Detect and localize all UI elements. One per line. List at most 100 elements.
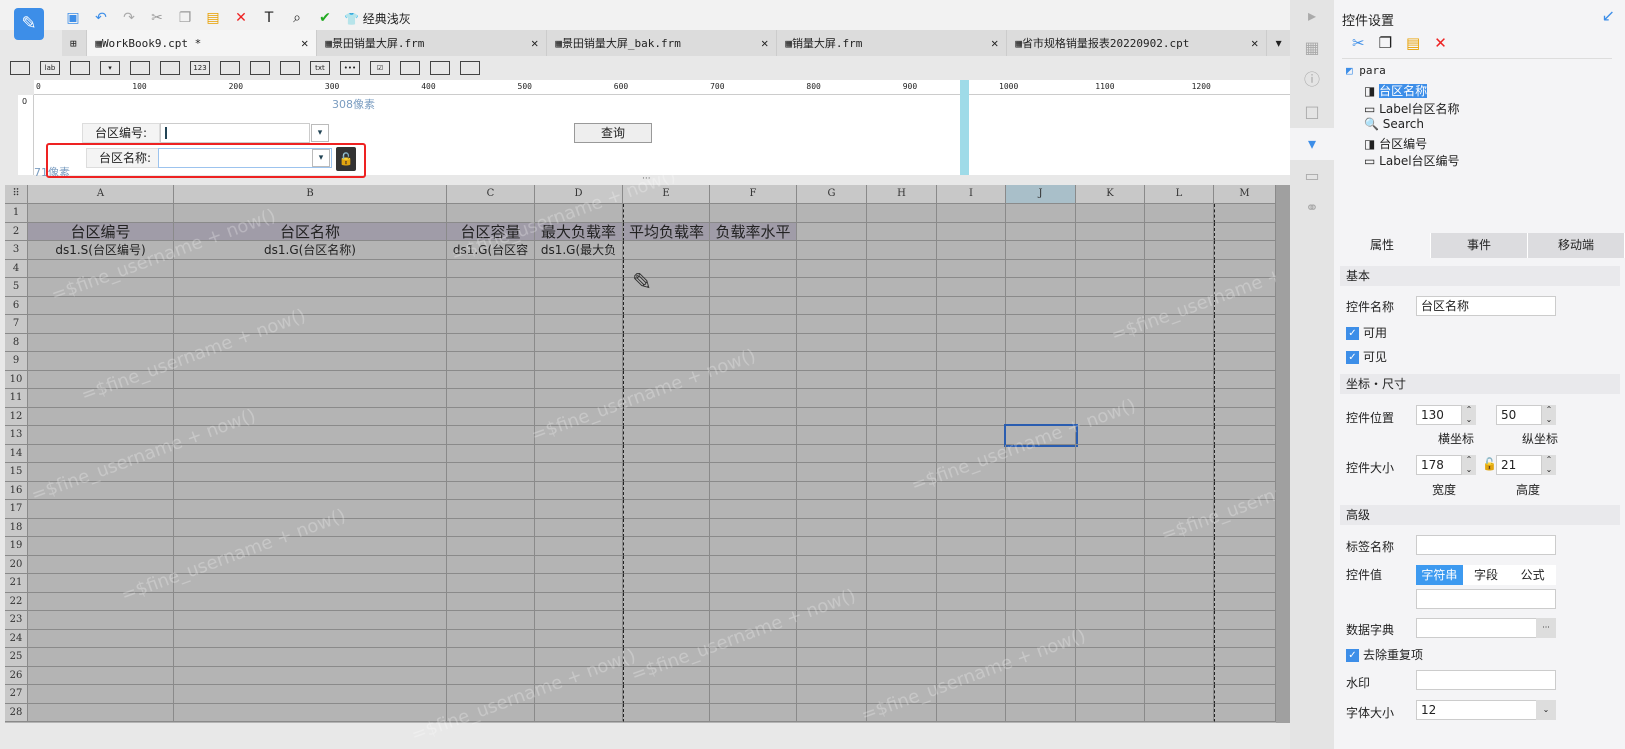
- query-button[interactable]: 查询: [574, 123, 652, 143]
- grid-cell[interactable]: [623, 685, 710, 704]
- grid-cell[interactable]: [174, 259, 447, 278]
- grid-cell[interactable]: [710, 481, 797, 500]
- grid-cell[interactable]: [1214, 463, 1276, 482]
- grid-cell[interactable]: [1006, 241, 1076, 260]
- grid-cell[interactable]: [867, 518, 937, 537]
- grid-cell[interactable]: [174, 685, 447, 704]
- tab-menu-icon[interactable]: ▾: [1267, 30, 1290, 56]
- widget-tool-icon[interactable]: [280, 61, 300, 75]
- grid-cell[interactable]: [28, 555, 174, 574]
- grid-cell[interactable]: [174, 444, 447, 463]
- grid-cell[interactable]: [797, 574, 867, 593]
- tab-1[interactable]: ▦ 景田销量大屏.frm ✕: [317, 30, 548, 56]
- grid-cell[interactable]: [710, 241, 797, 260]
- grid-cell[interactable]: [28, 574, 174, 593]
- grid-cell[interactable]: [710, 333, 797, 352]
- grid-cell[interactable]: [535, 204, 623, 223]
- grid-cell[interactable]: [867, 426, 937, 445]
- column-header-B[interactable]: B: [174, 185, 447, 204]
- row-header[interactable]: 5: [5, 278, 28, 297]
- x-input[interactable]: 130: [1416, 405, 1462, 425]
- grid-cell[interactable]: [1145, 333, 1214, 352]
- grid-cell[interactable]: [535, 315, 623, 334]
- grid-cell[interactable]: [867, 352, 937, 371]
- grid-cell[interactable]: [447, 648, 535, 667]
- grid-cell[interactable]: [623, 500, 710, 519]
- grid-cell[interactable]: [447, 370, 535, 389]
- grid-cell[interactable]: [1006, 611, 1076, 630]
- app-logo-icon[interactable]: ✎: [14, 8, 44, 40]
- grid-cell[interactable]: [28, 389, 174, 408]
- grid-cell[interactable]: [28, 463, 174, 482]
- tree-root[interactable]: ◩ para: [1346, 64, 1386, 77]
- row-header[interactable]: 8: [5, 333, 28, 352]
- grid-cell[interactable]: [447, 518, 535, 537]
- grid-cell[interactable]: [797, 629, 867, 648]
- grid-cell[interactable]: [28, 703, 174, 722]
- cell-attr-icon[interactable]: ▦: [1290, 32, 1334, 64]
- y-input[interactable]: 50: [1496, 405, 1542, 425]
- close-icon[interactable]: ✕: [1251, 36, 1258, 50]
- column-header-M[interactable]: M: [1214, 185, 1276, 204]
- grid-cell[interactable]: [623, 518, 710, 537]
- grid-cell[interactable]: [867, 296, 937, 315]
- grid-cell[interactable]: [28, 481, 174, 500]
- enabled-checkbox[interactable]: ✓ 可用: [1346, 324, 1387, 341]
- grid-cell[interactable]: [937, 444, 1006, 463]
- row-header[interactable]: 1: [5, 204, 28, 223]
- grid-cell[interactable]: [1214, 555, 1276, 574]
- grid-cell[interactable]: [797, 481, 867, 500]
- grid-cell[interactable]: [797, 500, 867, 519]
- copy-icon[interactable]: ❐: [1379, 34, 1392, 52]
- widget-tool-icon[interactable]: •••: [340, 61, 360, 75]
- grid-cell[interactable]: [710, 592, 797, 611]
- grid-cell[interactable]: [28, 315, 174, 334]
- grid-cell[interactable]: [1076, 389, 1145, 408]
- grid-cell[interactable]: [1076, 333, 1145, 352]
- column-header-C[interactable]: C: [447, 185, 535, 204]
- grid-cell[interactable]: [1076, 444, 1145, 463]
- row-header[interactable]: 3: [5, 241, 28, 260]
- grid-cell[interactable]: [1145, 259, 1214, 278]
- grid-cell[interactable]: [797, 259, 867, 278]
- row-header[interactable]: 24: [5, 629, 28, 648]
- grid-cell[interactable]: [623, 407, 710, 426]
- y-spinner[interactable]: ⌃ ⌄: [1542, 405, 1556, 425]
- grid-cell[interactable]: [623, 389, 710, 408]
- grid-cell[interactable]: [28, 426, 174, 445]
- grid-cell[interactable]: [623, 463, 710, 482]
- new-tab-icon[interactable]: ⊞: [62, 30, 88, 56]
- grid-cell[interactable]: [1145, 426, 1214, 445]
- grid-cell[interactable]: [937, 352, 1006, 371]
- tree-item[interactable]: ◨ 台区名称: [1364, 82, 1428, 99]
- grid-cell[interactable]: [174, 537, 447, 556]
- visible-checkbox[interactable]: ✓ 可见: [1346, 348, 1387, 365]
- grid-cell[interactable]: [937, 574, 1006, 593]
- spreadsheet-grid[interactable]: ⠿ A B C D E F G H I J K L M 1 2 台区编号 台区名称 台区容量 最大负载率 平均负载率 负载…: [5, 165, 1389, 746]
- grid-cell[interactable]: [447, 463, 535, 482]
- grid-cell[interactable]: [867, 629, 937, 648]
- selected-cell[interactable]: [1004, 424, 1078, 447]
- column-header-J[interactable]: J: [1006, 185, 1076, 204]
- grid-cell[interactable]: [1076, 592, 1145, 611]
- value-type-2[interactable]: 公式: [1509, 565, 1557, 585]
- parameter-canvas[interactable]: 308像素 71像素 台区编号: ▾ 台区名称: ▾ 🔓 查询: [34, 95, 960, 179]
- grid-cell[interactable]: [1214, 703, 1276, 722]
- column-header-L[interactable]: L: [1145, 185, 1214, 204]
- grid-cell[interactable]: [28, 204, 174, 223]
- grid-cell[interactable]: [174, 703, 447, 722]
- undo-icon[interactable]: ↶: [92, 9, 110, 27]
- grid-cell[interactable]: [797, 703, 867, 722]
- grid-cell[interactable]: [797, 537, 867, 556]
- grid-cell[interactable]: [710, 278, 797, 297]
- grid-cell[interactable]: [1076, 259, 1145, 278]
- grid-cell[interactable]: [535, 666, 623, 685]
- grid-cell[interactable]: [710, 204, 797, 223]
- row-header[interactable]: 2: [5, 222, 28, 241]
- grid-cell[interactable]: [174, 500, 447, 519]
- taiqu-code-input[interactable]: [160, 123, 310, 143]
- grid-cell[interactable]: [1076, 574, 1145, 593]
- grid-cell[interactable]: [535, 648, 623, 667]
- grid-cell[interactable]: [797, 352, 867, 371]
- grid-cell[interactable]: [1006, 315, 1076, 334]
